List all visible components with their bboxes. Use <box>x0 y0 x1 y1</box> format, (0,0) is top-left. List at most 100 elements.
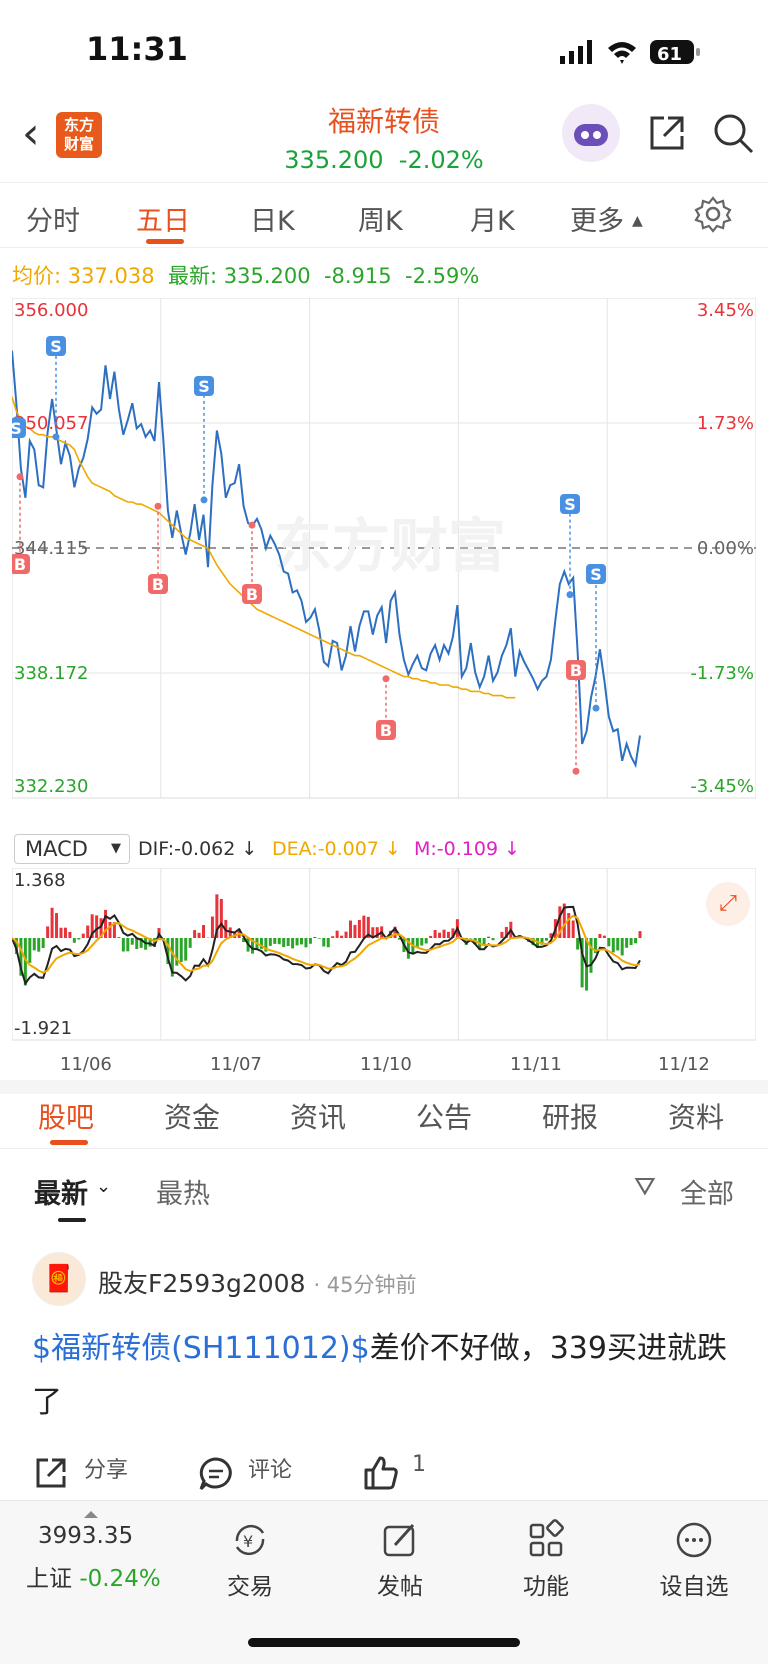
macd-histogram-bar <box>309 938 312 944</box>
macd-histogram-bar <box>438 933 441 938</box>
date-label: 11/11 <box>510 1054 562 1075</box>
marker-label: S <box>198 377 210 396</box>
tab-announcements[interactable]: 公告 <box>416 1096 472 1136</box>
filter-all[interactable]: 全部 <box>680 1172 734 1211</box>
post-author[interactable]: 股友F2593g2008 <box>98 1269 306 1298</box>
expand-chart-icon[interactable]: ⤢ <box>706 882 750 926</box>
macd-histogram-bar <box>327 938 330 947</box>
settings-gear-icon[interactable] <box>694 195 732 233</box>
svg-text:¥: ¥ <box>243 1532 253 1551</box>
marker-label: B <box>14 555 26 574</box>
post-content[interactable]: $福新转债(SH111012)$差价不好做，339买进就跌了 <box>32 1322 742 1430</box>
trade-marker-dot <box>155 503 162 510</box>
macd-histogram-bar <box>625 938 628 948</box>
tab-day-k[interactable]: 日K <box>250 199 295 238</box>
period-tabs: 分时 五日 日K 周K 月K 更多 ▲ <box>0 182 768 248</box>
percent-axis-label: -1.73% <box>690 663 754 684</box>
macd-histogram-bar <box>122 938 125 951</box>
like-thumbs-up-icon[interactable] <box>362 1454 400 1492</box>
macd-histogram-bar <box>425 938 428 943</box>
macd-histogram-bar <box>117 937 120 938</box>
indicator-select[interactable]: MACD ▼ <box>14 834 130 864</box>
marker-label: B <box>380 721 392 740</box>
like-count: 1 <box>412 1452 426 1477</box>
macd-histogram-bar <box>42 938 45 948</box>
price-axis-label: 356.000 <box>14 300 88 321</box>
post-stock-link[interactable]: $福新转债(SH111012)$ <box>32 1331 370 1366</box>
dea-value: DEA:-0.007 ↓ <box>272 838 401 860</box>
functions-button[interactable]: 功能 <box>520 1519 572 1601</box>
post-author-line: 股友F2593g2008 · 45分钟前 <box>98 1264 417 1300</box>
tab-week-k[interactable]: 周K <box>358 199 403 238</box>
macd-histogram-bar <box>300 938 303 944</box>
sort-latest[interactable]: 最新 <box>34 1172 88 1211</box>
five-day-price-chart[interactable]: 东方财富356.000350.057344.115338.172332.2303… <box>12 298 756 828</box>
tab-five-day[interactable]: 五日 <box>136 199 190 238</box>
trade-button[interactable]: ¥ 交易 <box>224 1519 276 1601</box>
date-label: 11/06 <box>60 1054 112 1075</box>
tab-research[interactable]: 研报 <box>542 1096 598 1136</box>
macd-histogram-bar <box>607 938 610 946</box>
tab-profile[interactable]: 资料 <box>668 1096 724 1136</box>
tab-minute[interactable]: 分时 <box>26 199 80 238</box>
macd-histogram-bar <box>313 937 316 938</box>
indicator-name: MACD <box>25 837 88 861</box>
macd-histogram-bar <box>639 931 642 938</box>
tab-funds[interactable]: 资金 <box>164 1096 220 1136</box>
tab-month-k[interactable]: 月K <box>470 199 515 238</box>
macd-histogram-bar <box>108 922 111 938</box>
macd-histogram-bar <box>621 938 624 955</box>
sort-caret-icon: ⌄ <box>96 1176 111 1197</box>
dropdown-caret-icon: ▼ <box>111 841 121 856</box>
macd-histogram-bar <box>198 933 201 938</box>
macd-histogram-bar <box>487 937 490 938</box>
trade-marker-dot <box>383 675 390 682</box>
tab-more[interactable]: 更多 <box>570 199 624 238</box>
macd-histogram-bar <box>353 925 356 938</box>
share-post-icon[interactable] <box>34 1456 68 1490</box>
macd-histogram-bar <box>429 936 432 938</box>
macd-chart[interactable]: 1.368-1.921 <box>12 868 756 1050</box>
marker-label: B <box>152 575 164 594</box>
trade-icon: ¥ <box>229 1519 271 1561</box>
robot-assistant-icon[interactable] <box>562 104 620 162</box>
status-bar: 11:31 61 <box>0 0 768 100</box>
index-line[interactable]: 上证 -0.24% <box>26 1559 161 1593</box>
chart-watermark: 东方财富 <box>274 512 506 580</box>
macd-histogram-bar <box>634 938 637 943</box>
index-value[interactable]: 3993.35 <box>38 1523 133 1549</box>
m-value: M:-0.109 ↓ <box>414 838 520 860</box>
sort-underline <box>58 1218 86 1222</box>
trade-label: 交易 <box>224 1567 276 1601</box>
macd-histogram-bar <box>630 938 633 945</box>
avatar[interactable]: 🧧 <box>32 1252 86 1306</box>
macd-histogram-bar <box>135 938 138 949</box>
date-label: 11/10 <box>360 1054 412 1075</box>
macd-histogram-bar <box>358 920 361 938</box>
trade-marker-dot <box>201 496 208 503</box>
percent-axis-label: 1.73% <box>697 413 754 434</box>
sort-hot[interactable]: 最热 <box>156 1172 210 1211</box>
macd-histogram-bar <box>420 938 423 946</box>
avg-value: 337.038 <box>68 264 155 288</box>
search-icon[interactable] <box>712 112 756 156</box>
comment-icon[interactable] <box>198 1456 234 1492</box>
comment-label[interactable]: 评论 <box>248 1452 292 1484</box>
macd-histogram-bar <box>545 938 548 941</box>
macd-histogram-bar <box>287 938 290 946</box>
filter-icon[interactable]: ⛛ <box>634 1172 656 1203</box>
index-expand-caret-icon[interactable] <box>84 1511 98 1518</box>
macd-histogram-bar <box>273 938 276 944</box>
functions-label: 功能 <box>520 1567 572 1601</box>
grid-icon <box>525 1519 567 1561</box>
divider <box>0 1148 768 1149</box>
share-label[interactable]: 分享 <box>84 1452 128 1484</box>
share-icon[interactable] <box>646 112 688 154</box>
tab-news[interactable]: 资讯 <box>290 1096 346 1136</box>
marker-label: B <box>570 661 582 680</box>
macd-histogram-bar <box>46 926 49 938</box>
watchlist-button[interactable]: 设自选 <box>658 1519 730 1601</box>
macd-histogram-bar <box>576 938 579 950</box>
post-button[interactable]: 发帖 <box>374 1519 426 1601</box>
tab-guba[interactable]: 股吧 <box>38 1096 94 1136</box>
